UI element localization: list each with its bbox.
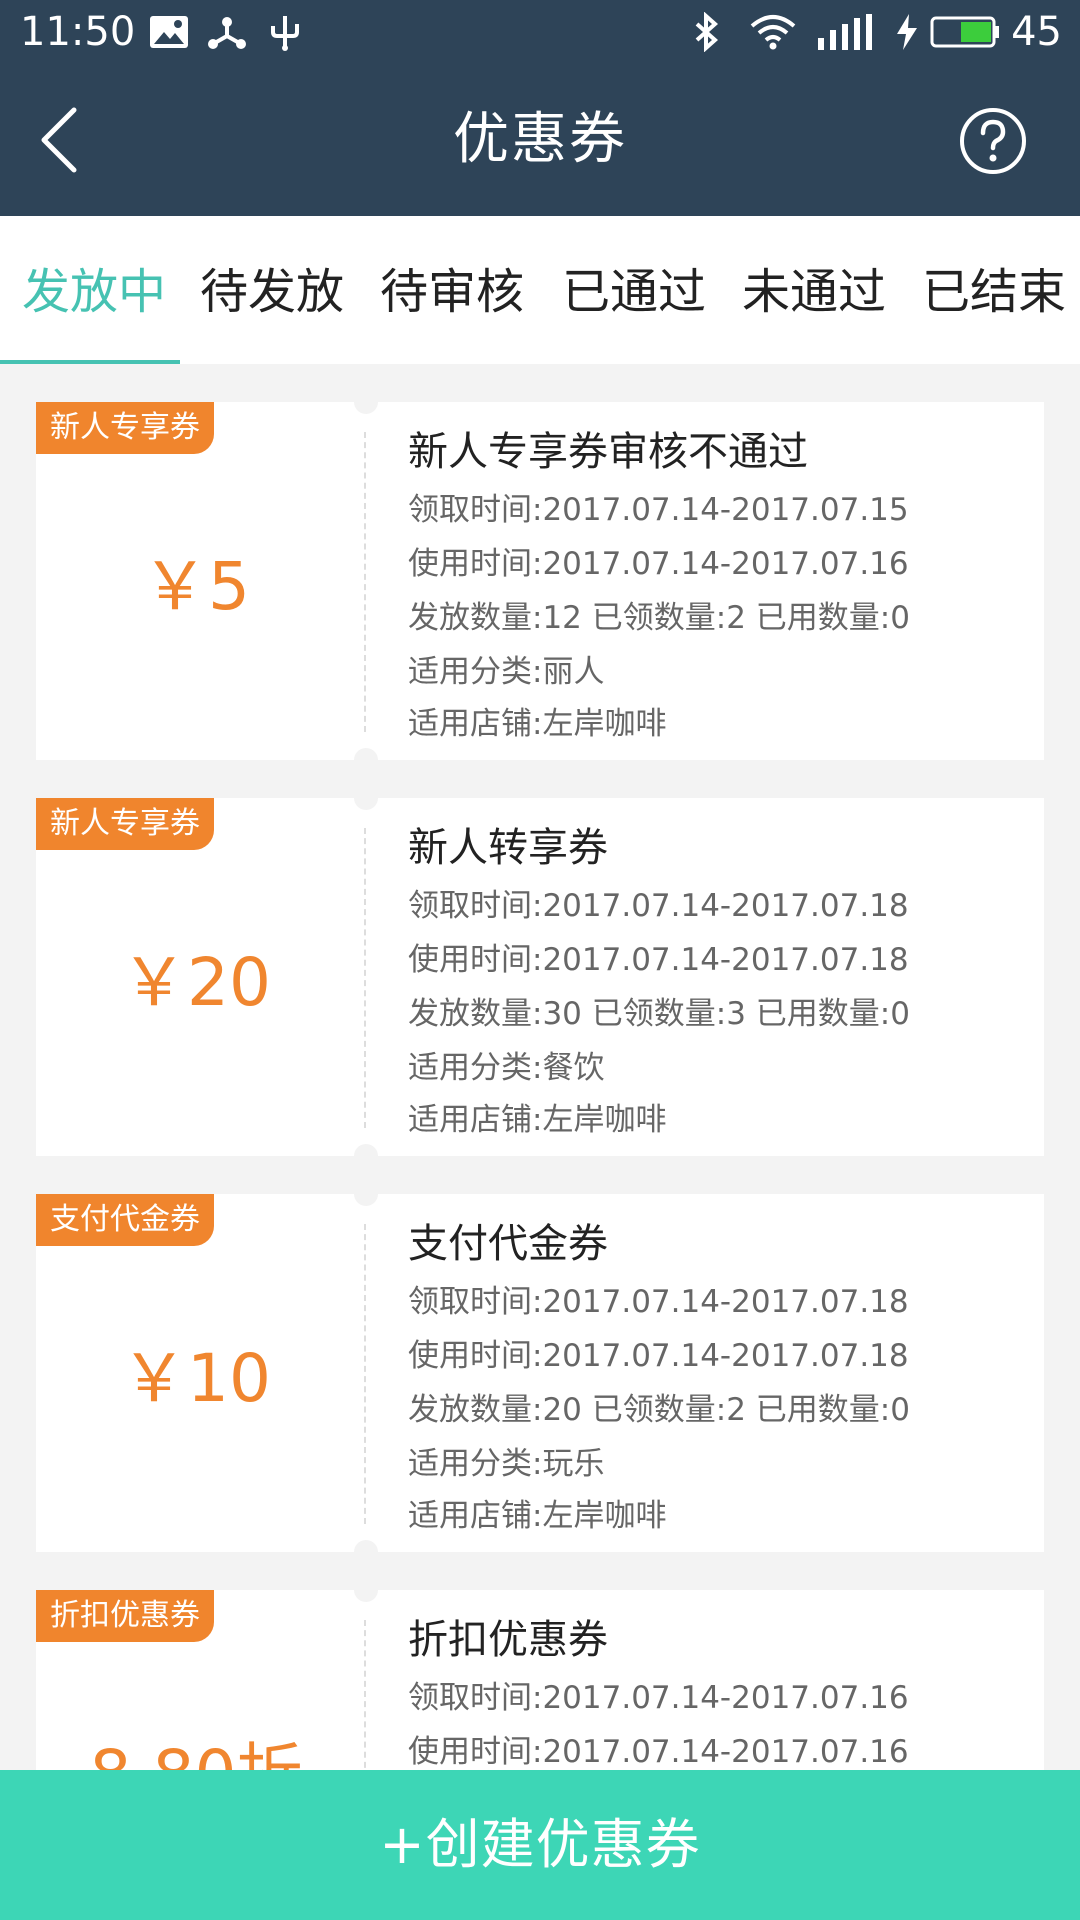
- coupon-receive-time: 领取时间:2017.07.14-2017.07.18: [408, 1284, 909, 1320]
- coupon-type-tag: 新人专享券: [36, 798, 214, 850]
- tab-pending-issue[interactable]: 待发放: [200, 264, 344, 320]
- card-divider: [364, 432, 366, 732]
- charging-icon: [897, 14, 917, 50]
- coupon-type-tag: 支付代金券: [36, 1194, 214, 1246]
- coupon-amount: ￥5: [142, 548, 250, 625]
- help-icon: [960, 108, 1026, 174]
- card-notch: [354, 1144, 378, 1156]
- coupon-store: 适用店铺:左岸咖啡: [408, 1498, 667, 1534]
- coupon-receive-time: 领取时间:2017.07.14-2017.07.16: [408, 1680, 909, 1716]
- coupon-store: 适用店铺:左岸咖啡: [408, 1102, 667, 1138]
- page-title: 优惠券: [453, 107, 627, 172]
- help-button[interactable]: [958, 106, 1028, 176]
- status-bar: 11:50 45: [0, 0, 1080, 64]
- coupon-receive-time: 领取时间:2017.07.14-2017.07.18: [408, 888, 909, 924]
- coupon-type-tag: 折扣优惠券: [36, 1590, 214, 1642]
- coupon-use-time: 使用时间:2017.07.14-2017.07.18: [408, 1338, 909, 1374]
- card-notch: [354, 1194, 378, 1206]
- app-header: 优惠券: [0, 64, 1080, 216]
- card-notch: [354, 1540, 378, 1552]
- coupon-card[interactable]: 支付代金券 ￥10 支付代金券 领取时间:2017.07.14-2017.07.…: [36, 1194, 1044, 1552]
- usb-icon: [271, 16, 299, 51]
- battery-percent: 45: [1011, 9, 1062, 55]
- status-tabs: 发放中 待发放 待审核 已通过 未通过 已结束: [0, 216, 1080, 364]
- card-divider: [364, 828, 366, 1128]
- coupon-category: 适用分类:餐饮: [408, 1050, 605, 1086]
- coupon-quantities: 发放数量:30 已领数量:3 已用数量:0: [408, 996, 910, 1032]
- coupon-store: 适用店铺:左岸咖啡: [408, 706, 667, 742]
- coupon-title: 折扣优惠券: [408, 1617, 608, 1663]
- card-notch: [354, 1590, 378, 1602]
- coupon-type-tag: 新人专享券: [36, 402, 214, 454]
- tab-approved[interactable]: 已通过: [562, 264, 706, 320]
- status-time: 11:50: [20, 9, 136, 55]
- signal-4g-icon: [818, 14, 872, 50]
- card-notch: [354, 402, 378, 414]
- coupon-title: 新人转享券: [408, 825, 608, 871]
- card-divider: [364, 1224, 366, 1524]
- coupon-category: 适用分类:玩乐: [408, 1446, 605, 1482]
- tab-active-indicator: [0, 360, 180, 364]
- wifi-icon: [750, 15, 796, 50]
- coupon-use-time: 使用时间:2017.07.14-2017.07.16: [408, 546, 909, 582]
- coupon-receive-time: 领取时间:2017.07.14-2017.07.15: [408, 492, 909, 528]
- card-notch: [354, 748, 378, 760]
- share-icon: [208, 17, 246, 49]
- coupon-card[interactable]: 新人专享券 ￥20 新人转享券 领取时间:2017.07.14-2017.07.…: [36, 798, 1044, 1156]
- coupon-title: 支付代金券: [408, 1221, 608, 1267]
- create-coupon-button[interactable]: +创建优惠券: [0, 1770, 1080, 1920]
- coupon-category: 适用分类:丽人: [408, 654, 605, 690]
- coupon-amount: ￥20: [121, 944, 271, 1021]
- coupon-amount: ￥10: [121, 1340, 271, 1417]
- image-icon: [150, 16, 188, 48]
- tab-pending-review[interactable]: 待审核: [380, 264, 524, 320]
- coupon-title: 新人专享券审核不通过: [408, 429, 808, 475]
- coupon-quantities: 发放数量:12 已领数量:2 已用数量:0: [408, 600, 910, 636]
- tab-rejected[interactable]: 未通过: [742, 264, 886, 320]
- tab-ended[interactable]: 已结束: [922, 264, 1066, 320]
- coupon-card[interactable]: 新人专享券 ￥5 新人专享券审核不通过 领取时间:2017.07.14-2017…: [36, 402, 1044, 760]
- page: 11:50 45 优惠券 发放中 待发放 待审核 已通过 未通过 已结束 新人专…: [0, 0, 1080, 1920]
- coupon-use-time: 使用时间:2017.07.14-2017.07.18: [408, 942, 909, 978]
- coupon-quantities: 发放数量:20 已领数量:2 已用数量:0: [408, 1392, 910, 1428]
- battery-icon: [930, 16, 999, 48]
- tab-issuing[interactable]: 发放中: [22, 264, 166, 320]
- bluetooth-icon: [695, 12, 719, 52]
- card-notch: [354, 798, 378, 810]
- coupon-use-time: 使用时间:2017.07.14-2017.07.16: [408, 1734, 909, 1770]
